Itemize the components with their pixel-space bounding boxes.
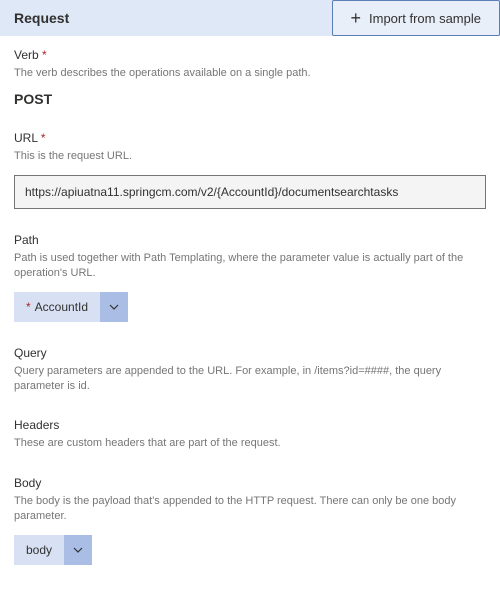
required-icon: *	[26, 300, 31, 314]
verb-value: POST	[14, 91, 486, 107]
path-label: Path	[14, 233, 486, 247]
url-input[interactable]	[14, 175, 486, 209]
request-header: Request + Import from sample	[0, 0, 500, 36]
body-param-label: body	[26, 543, 52, 557]
required-icon: *	[41, 131, 46, 145]
headers-label: Headers	[14, 418, 486, 432]
body-label: Body	[14, 476, 486, 490]
plus-icon: +	[351, 9, 362, 27]
request-title: Request	[14, 10, 69, 26]
body-section: Body The body is the payload that's appe…	[14, 476, 486, 565]
body-description: The body is the payload that's appended …	[14, 494, 486, 525]
query-label: Query	[14, 346, 486, 360]
path-param-label: AccountId	[35, 300, 88, 314]
path-param-chip-accountid[interactable]: * AccountId	[14, 292, 128, 322]
import-from-sample-button[interactable]: + Import from sample	[332, 0, 500, 36]
verb-label: Verb *	[14, 48, 486, 62]
query-description: Query parameters are appended to the URL…	[14, 364, 486, 395]
url-description: This is the request URL.	[14, 149, 486, 164]
query-section: Query Query parameters are appended to t…	[14, 346, 486, 395]
path-section: Path Path is used together with Path Tem…	[14, 233, 486, 322]
verb-description: The verb describes the operations availa…	[14, 66, 486, 81]
chevron-down-icon	[64, 535, 92, 565]
body-param-chip[interactable]: body	[14, 535, 92, 565]
chevron-down-icon	[100, 292, 128, 322]
url-label: URL *	[14, 131, 486, 145]
required-icon: *	[42, 48, 47, 62]
import-button-label: Import from sample	[369, 11, 481, 26]
path-description: Path is used together with Path Templati…	[14, 251, 486, 282]
url-section: URL * This is the request URL.	[14, 131, 486, 208]
headers-description: These are custom headers that are part o…	[14, 436, 486, 451]
verb-section: Verb * The verb describes the operations…	[14, 48, 486, 107]
headers-section: Headers These are custom headers that ar…	[14, 418, 486, 451]
